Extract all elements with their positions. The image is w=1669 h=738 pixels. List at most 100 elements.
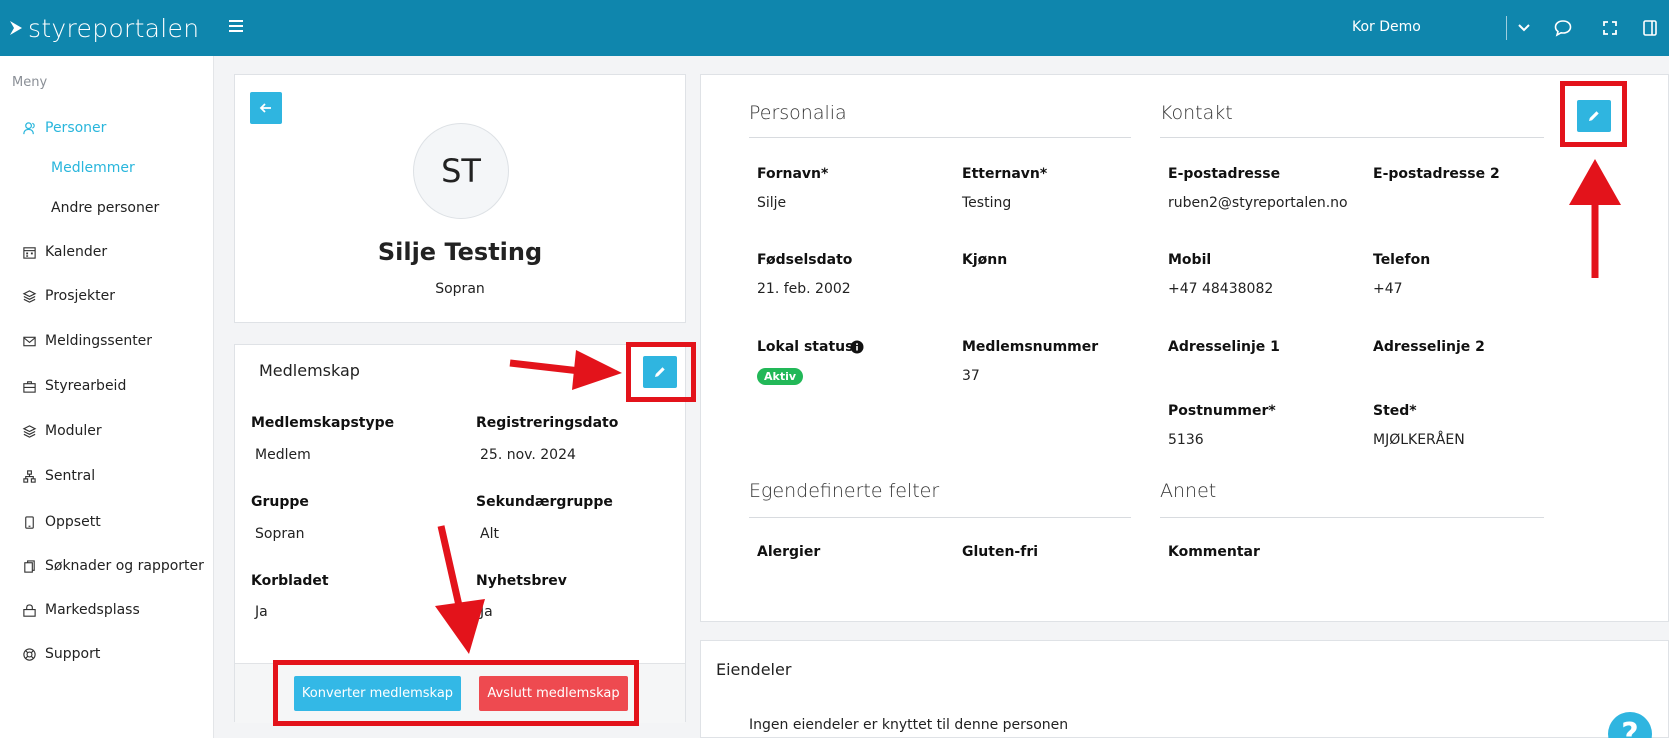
first-name-value: Silje xyxy=(757,195,787,211)
info-icon[interactable] xyxy=(850,340,864,354)
first-name-label: Fornavn* xyxy=(757,166,829,182)
birth-label: Fødselsdato xyxy=(757,252,853,268)
divider xyxy=(1160,517,1544,518)
details-card: Personalia Kontakt Fornavn* Silje Ettern… xyxy=(700,74,1669,622)
sidebar-item-sentral[interactable]: Sentral xyxy=(22,466,95,486)
address2-label: Adresselinje 2 xyxy=(1373,339,1485,355)
field-value: Medlem xyxy=(255,447,311,463)
layers-icon xyxy=(22,289,37,303)
annotation-box-edit-membership xyxy=(626,342,696,402)
sidebar-item-medlemmer[interactable]: Medlemmer xyxy=(51,160,135,176)
sitemap-icon xyxy=(23,469,36,483)
sidebar-item-styrearbeid[interactable]: Styrearbeid xyxy=(22,376,126,396)
mobile-value: +47 48438082 xyxy=(1168,281,1274,297)
mobile-label: Mobil xyxy=(1168,252,1212,268)
documents-icon xyxy=(24,559,35,573)
sidebar-item-label: Personer xyxy=(45,120,107,136)
postal-value: 5136 xyxy=(1168,432,1204,448)
comment-label: Kommentar xyxy=(1168,544,1260,560)
field-label: Sekundærgruppe xyxy=(476,494,613,510)
users-icon xyxy=(23,121,35,134)
city-label: Sted* xyxy=(1373,403,1417,419)
sidebar-item-support[interactable]: Support xyxy=(22,644,100,664)
phone-value: +47 xyxy=(1373,281,1403,297)
sidebar-item-moduler[interactable]: Moduler xyxy=(22,421,102,441)
layers-icon xyxy=(22,424,37,438)
contact-heading: Kontakt xyxy=(1160,102,1233,124)
custom-fields-heading: Egendefinerte felter xyxy=(749,480,940,502)
sidebar-item-label: Support xyxy=(45,646,101,662)
field-label: Gruppe xyxy=(251,494,309,510)
membership-heading: Medlemskap xyxy=(259,361,360,380)
city-value: MJØLKERÅEN xyxy=(1373,432,1465,448)
back-button[interactable] xyxy=(250,92,282,124)
sidebar: Meny Personer Medlemmer Andre personer K… xyxy=(0,56,214,738)
field-label: Medlemskapstype xyxy=(251,415,395,431)
sidebar-item-prosjekter[interactable]: Prosjekter xyxy=(22,286,115,306)
last-name-value: Testing xyxy=(962,195,1012,211)
member-no-value: 37 xyxy=(962,368,980,384)
divider xyxy=(1160,137,1544,138)
annotation-arrow-right xyxy=(509,350,622,390)
sidebar-item-andre-personer[interactable]: Andre personer xyxy=(51,200,159,216)
app-logo[interactable]: styreportalen xyxy=(8,13,200,43)
calendar-icon xyxy=(23,246,36,259)
user-name[interactable]: Kor Demo xyxy=(1352,19,1421,35)
sidebar-item-label: Sentral xyxy=(45,468,96,484)
tablet-icon xyxy=(25,515,34,529)
birth-value: 21. feb. 2002 xyxy=(757,281,851,297)
divider xyxy=(749,517,1131,518)
status-badge: Aktiv xyxy=(757,368,804,385)
address1-label: Adresselinje 1 xyxy=(1168,339,1280,355)
sidebar-item-personer[interactable]: Personer xyxy=(22,118,106,138)
person-name: Silje Testing xyxy=(377,238,543,266)
menu-toggle-icon[interactable] xyxy=(229,20,243,32)
sidebar-item-markedsplass[interactable]: Markedsplass xyxy=(22,600,140,620)
sidebar-item-label: Styrearbeid xyxy=(45,378,127,394)
chat-icon[interactable] xyxy=(1553,18,1573,38)
divider xyxy=(749,137,1131,138)
sidebar-item-meldingssenter[interactable]: Meldingssenter xyxy=(22,331,152,351)
sidebar-item-label: Prosjekter xyxy=(45,288,115,304)
top-bar: styreportalen Kor Demo xyxy=(0,0,1669,56)
chevron-down-icon[interactable] xyxy=(1514,18,1534,38)
sidebar-title: Meny xyxy=(12,75,48,90)
assets-heading: Eiendeler xyxy=(716,660,792,679)
sidebar-item-label: Meldingssenter xyxy=(45,333,153,349)
other-heading: Annet xyxy=(1160,480,1217,502)
postal-label: Postnummer* xyxy=(1168,403,1276,419)
sidebar-item-kalender[interactable]: Kalender xyxy=(22,242,107,262)
sidebar-item-label: Kalender xyxy=(45,244,108,260)
fullscreen-icon[interactable] xyxy=(1600,18,1620,38)
annotation-arrow-down xyxy=(435,525,485,654)
panel-icon[interactable] xyxy=(1640,18,1660,38)
status-label: Lokal status* xyxy=(757,339,861,355)
sidebar-item-oppsett[interactable]: Oppsett xyxy=(22,512,101,532)
gender-label: Kjønn xyxy=(962,252,1008,268)
annotation-box-edit-details xyxy=(1560,81,1627,147)
person-group: Sopran xyxy=(435,281,485,297)
profile-card: ST Silje Testing Sopran xyxy=(234,74,686,323)
email-label: E-postadresse xyxy=(1168,166,1281,182)
allergy-label: Alergier xyxy=(757,544,821,560)
sidebar-item-soknader[interactable]: Søknader og rapporter xyxy=(22,556,204,576)
last-name-label: Etternavn* xyxy=(962,166,1048,182)
gluten-label: Gluten-fri xyxy=(962,544,1039,560)
briefcase-icon xyxy=(23,380,36,393)
assets-card: Eiendeler Ingen eiendeler er knyttet til… xyxy=(700,640,1669,738)
field-value: Ja xyxy=(255,604,268,620)
annotation-box-membership-buttons xyxy=(273,660,639,726)
email2-label: E-postadresse 2 xyxy=(1373,166,1500,182)
email-value: ruben2@styreportalen.no xyxy=(1168,195,1348,211)
lifebuoy-icon xyxy=(23,647,36,661)
field-value: Sopran xyxy=(255,526,305,542)
member-no-label: Medlemsnummer xyxy=(962,339,1099,355)
arrow-left-icon xyxy=(259,103,271,113)
logo-chevron-icon xyxy=(10,21,22,35)
assets-empty-text: Ingen eiendeler er knyttet til denne per… xyxy=(749,717,1069,733)
logo-text: styreportalen xyxy=(28,13,200,43)
phone-label: Telefon xyxy=(1373,252,1431,268)
field-label: Korbladet xyxy=(251,573,329,589)
sidebar-item-label: Oppsett xyxy=(45,514,101,530)
avatar: ST xyxy=(413,123,509,219)
